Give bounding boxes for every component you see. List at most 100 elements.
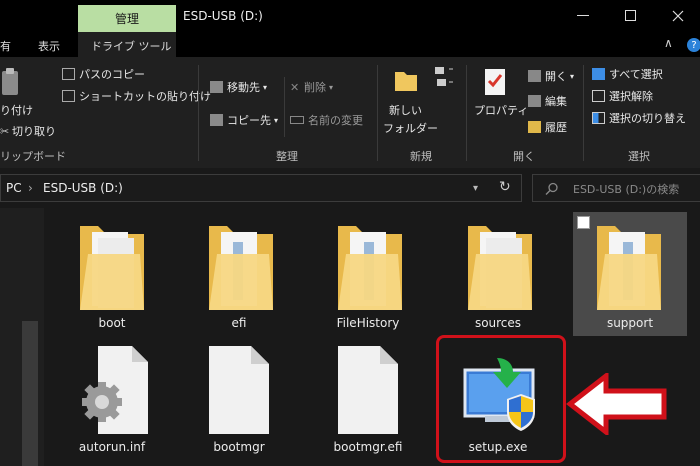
edit-icon xyxy=(528,95,541,107)
move-to-label: 移動先 xyxy=(227,81,260,94)
tab-share[interactable]: 有 xyxy=(0,38,11,54)
copy-path-icon xyxy=(62,68,75,80)
tab-manage[interactable]: 管理 xyxy=(78,5,176,32)
refresh-icon[interactable]: ↻ xyxy=(499,179,511,195)
history-label: 履歴 xyxy=(545,121,567,134)
close-button[interactable] xyxy=(655,2,700,30)
item-label-efi: efi xyxy=(231,316,247,330)
invert-selection-button[interactable]: 選択の切り替え xyxy=(592,110,686,126)
breadcrumb-pc[interactable]: PC xyxy=(6,181,22,195)
item-checkbox[interactable] xyxy=(577,216,590,229)
file-icon xyxy=(209,346,269,434)
breadcrumb-drive[interactable]: ESD-USB (D:) xyxy=(43,181,123,195)
folder-item-filehistory[interactable]: FileHistory xyxy=(306,208,430,332)
ribbon: り付け ✂ 切り取り パスのコピー ショートカットの貼り付け リップボード 移動… xyxy=(0,57,700,168)
folder-item-boot[interactable]: boot xyxy=(50,208,174,332)
new-folder-icon xyxy=(395,72,417,91)
copy-to-button[interactable]: コピー先 ▾ xyxy=(210,112,278,128)
select-all-icon xyxy=(592,68,605,80)
folder-item-efi[interactable]: efi xyxy=(177,208,301,332)
folder-icon xyxy=(209,226,273,310)
folder-icon xyxy=(597,226,661,310)
open-button[interactable]: 開く ▾ xyxy=(528,68,574,84)
ribbon-separator xyxy=(466,65,467,161)
new-item-icon xyxy=(435,67,453,86)
maximize-button[interactable] xyxy=(608,2,654,30)
paste-button[interactable]: り付け xyxy=(0,102,33,118)
open-icon xyxy=(528,70,541,82)
select-none-label: 選択解除 xyxy=(609,90,653,103)
cut-button[interactable]: ✂ 切り取り xyxy=(0,123,56,139)
item-label-bootmgr: bootmgr xyxy=(213,440,265,454)
ribbon-separator xyxy=(377,65,378,161)
search-placeholder: ESD-USB (D:)の検索 xyxy=(573,183,680,196)
select-all-button[interactable]: すべて選択 xyxy=(592,66,663,82)
group-label-clipboard: リップボード xyxy=(0,150,66,163)
file-item-bootmgr[interactable]: bootmgr xyxy=(177,342,301,466)
search-box[interactable]: ESD-USB (D:)の検索 xyxy=(532,174,700,202)
history-button[interactable]: 履歴 xyxy=(528,119,567,135)
folder-icon xyxy=(338,226,402,310)
new-folder-label-2[interactable]: フォルダー xyxy=(383,120,438,136)
minimize-icon xyxy=(577,15,589,16)
new-folder-label-1[interactable]: 新しい xyxy=(389,102,422,118)
file-item-autorun[interactable]: autorun.inf xyxy=(50,342,174,466)
folder-item-sources[interactable]: sources xyxy=(436,208,560,332)
file-icon xyxy=(338,346,398,434)
rename-label: 名前の変更 xyxy=(308,114,363,127)
delete-button[interactable]: ✕ 削除 ▾ xyxy=(290,79,333,95)
address-bar[interactable]: PC › ESD-USB (D:) ▾ ↻ xyxy=(0,174,522,202)
copy-to-label: コピー先 xyxy=(227,114,271,127)
group-label-new: 新規 xyxy=(410,150,432,163)
scissors-icon: ✂ xyxy=(0,124,10,138)
item-label-sources: sources xyxy=(474,316,522,330)
rename-icon xyxy=(290,116,304,124)
paste-shortcut-label: ショートカットの貼り付け xyxy=(79,90,211,103)
minimize-button[interactable] xyxy=(560,2,606,30)
properties-icon xyxy=(485,69,505,95)
folder-item-support[interactable]: support xyxy=(573,212,687,336)
invert-selection-label: 選択の切り替え xyxy=(609,112,686,125)
item-label-boot: boot xyxy=(98,316,126,330)
open-label: 開く xyxy=(545,70,567,83)
edit-button[interactable]: 編集 xyxy=(528,93,567,109)
dropdown-arrow-icon: ▾ xyxy=(329,82,334,92)
delete-x-icon: ✕ xyxy=(290,80,300,94)
rename-button[interactable]: 名前の変更 xyxy=(290,112,363,128)
ribbon-separator xyxy=(583,65,584,161)
address-row: PC › ESD-USB (D:) ▾ ↻ ESD-USB (D:)の検索 xyxy=(0,168,700,208)
clipboard-icon xyxy=(2,68,18,95)
dropdown-arrow-icon: ▾ xyxy=(274,115,279,125)
highlight-box xyxy=(436,335,566,463)
select-none-button[interactable]: 選択解除 xyxy=(592,88,653,104)
tab-drive-tools[interactable]: ドライブ ツール xyxy=(91,38,172,54)
search-icon xyxy=(545,182,558,195)
collapse-ribbon-button[interactable]: ∧ xyxy=(664,36,673,50)
move-to-button[interactable]: 移動先 ▾ xyxy=(210,79,267,95)
cut-label: 切り取り xyxy=(12,125,56,138)
paste-label: り付け xyxy=(0,104,33,117)
tab-view[interactable]: 表示 xyxy=(38,38,60,54)
item-label-bootmgr-efi: bootmgr.efi xyxy=(333,440,403,454)
scrollbar[interactable] xyxy=(22,321,38,466)
item-label-filehistory: FileHistory xyxy=(336,316,400,330)
properties-label: プロパティ xyxy=(474,104,529,117)
ribbon-tabs: 有 表示 ドライブ ツール ∧ ? xyxy=(0,32,700,57)
group-label-select: 選択 xyxy=(628,150,650,163)
copy-to-icon xyxy=(210,114,223,126)
ribbon-separator xyxy=(198,65,199,161)
paste-shortcut-button[interactable]: ショートカットの貼り付け xyxy=(62,88,211,104)
properties-button[interactable]: プロパティ xyxy=(474,102,528,118)
ribbon-separator xyxy=(284,77,285,137)
folder-icon xyxy=(468,226,532,310)
file-item-bootmgr-efi[interactable]: bootmgr.efi xyxy=(306,342,430,466)
invert-selection-icon xyxy=(592,112,605,124)
copy-path-button[interactable]: パスのコピー xyxy=(62,66,145,82)
folder-icon xyxy=(80,226,144,310)
group-label-open: 開く xyxy=(513,150,535,163)
breadcrumb-separator: › xyxy=(28,181,33,195)
address-dropdown-icon[interactable]: ▾ xyxy=(473,183,478,194)
help-icon[interactable]: ? xyxy=(687,38,700,52)
paste-shortcut-icon xyxy=(62,90,75,102)
item-label-autorun: autorun.inf xyxy=(78,440,146,454)
